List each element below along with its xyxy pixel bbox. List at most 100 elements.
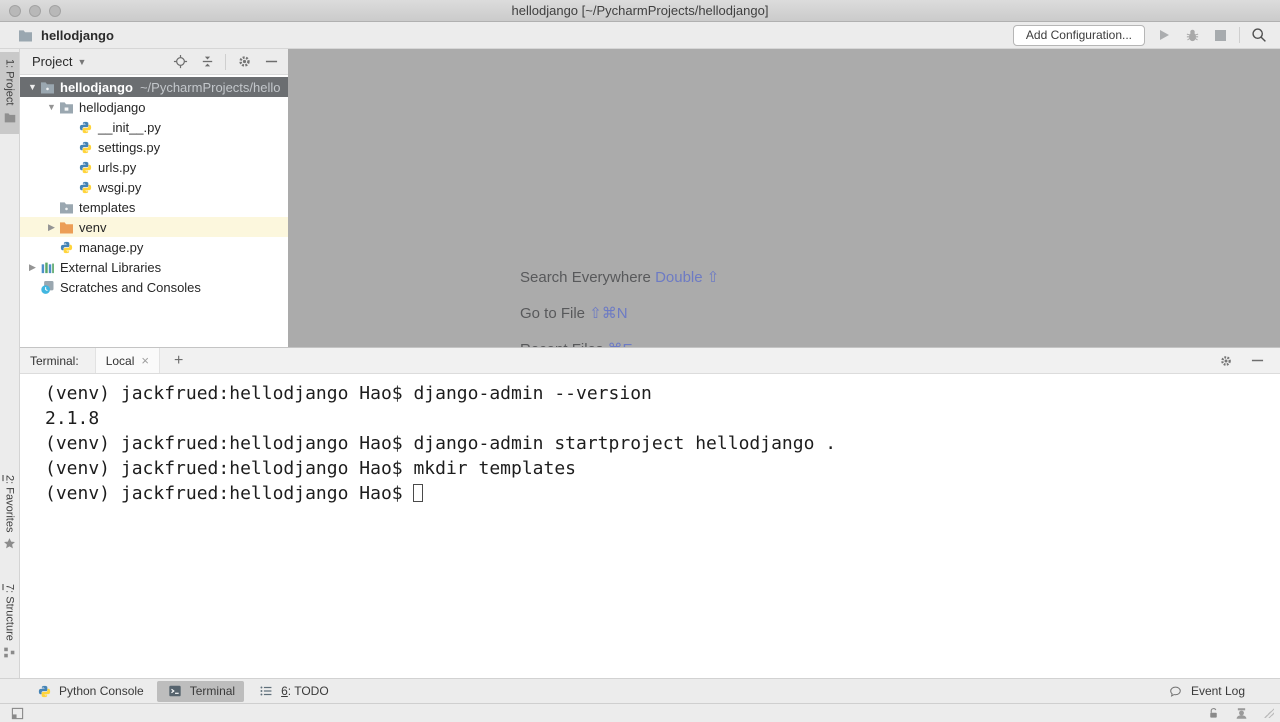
debug-icon[interactable] xyxy=(1183,26,1201,44)
terminal-icon xyxy=(166,682,184,700)
terminal-settings-gear-icon[interactable] xyxy=(1217,352,1235,370)
stripe-tab-structure[interactable]: 7: Structure xyxy=(0,577,19,670)
editor-shortcut-hints: Search Everywhere Double ⇧ Go to File ⇧⌘N… xyxy=(520,268,719,347)
stop-icon[interactable] xyxy=(1211,26,1229,44)
toolwindow-button-6-todo[interactable]: 6: TODO xyxy=(248,681,338,702)
stripe-bottom-group: 2: Favorites 7: Structure xyxy=(0,468,19,670)
terminal-line: (venv) jackfrued:hellodjango Hao$ xyxy=(45,481,1280,506)
terminal-line: 2.1.8 xyxy=(45,406,1280,431)
breadcrumb-label: hellodjango xyxy=(41,28,114,43)
status-bar xyxy=(0,703,1280,722)
hide-tool-windows-icon[interactable] xyxy=(8,704,26,722)
stripe-tab-label: 1: Project xyxy=(4,59,16,105)
hector-inspections-icon[interactable] xyxy=(1232,704,1250,722)
terminal-cursor xyxy=(413,484,423,502)
main-toolbar: hellodjango Add Configuration... xyxy=(0,22,1280,49)
stripe-tab-favorites[interactable]: 2: Favorites xyxy=(0,468,19,561)
hide-terminal-icon[interactable] xyxy=(1248,352,1266,370)
scratches-icon xyxy=(39,279,55,295)
chevron-down-icon: ▼ xyxy=(77,57,86,67)
toolwindow-button-label: Python Console xyxy=(59,684,144,698)
python-icon xyxy=(77,119,93,135)
project-folder-icon xyxy=(16,26,34,44)
toolwindow-button-python-console[interactable]: Python Console xyxy=(26,681,153,702)
terminal-header: Terminal: Local × + xyxy=(20,348,1280,374)
shortcut-hint: Recent Files ⌘E xyxy=(520,340,719,347)
terminal-line: (venv) jackfrued:hellodjango Hao$ mkdir … xyxy=(45,456,1280,481)
tree-collapsed-arrow-icon[interactable]: ▶ xyxy=(26,262,39,273)
tree-row-scratches-and-consoles[interactable]: Scratches and Consoles xyxy=(20,277,288,297)
tool-window-bar: Python Console Terminal 6: TODO Event Log xyxy=(0,678,1280,703)
new-terminal-tab-button[interactable]: + xyxy=(174,353,183,369)
add-configuration-button[interactable]: Add Configuration... xyxy=(1013,25,1145,46)
locate-file-icon[interactable] xyxy=(171,53,189,71)
tree-row-venv[interactable]: ▶ venv xyxy=(20,217,288,237)
python-icon xyxy=(77,139,93,155)
tree-row-wsgi-py[interactable]: wsgi.py xyxy=(20,177,288,197)
breadcrumb[interactable]: hellodjango xyxy=(16,26,114,44)
folder-icon xyxy=(39,79,55,95)
unlocked-padlock-icon[interactable] xyxy=(1204,704,1222,722)
tree-row-manage-py[interactable]: manage.py xyxy=(20,237,288,257)
event-log-label: Event Log xyxy=(1191,684,1245,698)
tree-row-external-libraries[interactable]: ▶ External Libraries xyxy=(20,257,288,277)
tree-item-label: templates xyxy=(79,200,135,215)
libraries-icon xyxy=(39,259,55,275)
run-icon[interactable] xyxy=(1155,26,1173,44)
tree-item-label: hellodjango xyxy=(60,80,133,95)
tree-collapsed-arrow-icon[interactable]: ▶ xyxy=(45,222,58,233)
traffic-lights xyxy=(9,5,61,17)
terminal-tab-label: Local xyxy=(106,354,135,368)
project-tool-window-header[interactable]: Project ▼ xyxy=(20,49,288,75)
folder-icon xyxy=(58,199,74,215)
tree-row-urls-py[interactable]: urls.py xyxy=(20,157,288,177)
gear-icon[interactable] xyxy=(235,53,253,71)
tree-row--init-py[interactable]: __init__.py xyxy=(20,117,288,137)
shortcut-action-label: Recent Files xyxy=(520,341,608,347)
titlebar[interactable]: hellodjango [~/PycharmProjects/hellodjan… xyxy=(0,0,1280,22)
terminal-output[interactable]: (venv) jackfrued:hellodjango Hao$ django… xyxy=(20,374,1280,678)
terminal-line: (venv) jackfrued:hellodjango Hao$ django… xyxy=(45,381,1280,406)
toolwindow-button-terminal[interactable]: Terminal xyxy=(157,681,244,702)
tree-item-label: External Libraries xyxy=(60,260,161,275)
tree-row-hellodjango[interactable]: ▼hellodjango xyxy=(20,97,288,117)
tree-item-label: venv xyxy=(79,220,106,235)
resize-grip[interactable] xyxy=(1264,708,1274,718)
tree-expanded-arrow-icon[interactable]: ▼ xyxy=(26,82,39,92)
event-log-balloon-icon xyxy=(1167,682,1185,700)
shortcut-keys: Double ⇧ xyxy=(655,269,719,286)
tree-expanded-arrow-icon[interactable]: ▼ xyxy=(45,102,58,112)
project-header-separator xyxy=(225,54,226,70)
folder-package-icon xyxy=(58,99,74,115)
python-icon xyxy=(77,179,93,195)
toolwindow-button-label: 6: TODO xyxy=(281,684,329,698)
search-everywhere-icon[interactable] xyxy=(1250,26,1268,44)
collapse-all-icon[interactable] xyxy=(198,53,216,71)
project-tool-window: Project ▼ xyxy=(20,49,288,347)
shortcut-hint: Go to File ⇧⌘N xyxy=(520,304,719,323)
tree-row-settings-py[interactable]: settings.py xyxy=(20,137,288,157)
close-window-button[interactable] xyxy=(9,5,21,17)
project-header-title: Project xyxy=(32,54,72,69)
shortcut-hint: Search Everywhere Double ⇧ xyxy=(520,268,719,287)
todo-icon xyxy=(257,682,275,700)
tree-row-templates[interactable]: templates xyxy=(20,197,288,217)
shortcut-action-label: Go to File xyxy=(520,305,589,322)
structure-icon xyxy=(3,646,16,664)
event-log-button[interactable]: Event Log xyxy=(1158,681,1254,702)
stripe-tab-project[interactable]: 1: Project xyxy=(0,52,19,134)
stripe-tab-label: 2: Favorites xyxy=(4,475,16,532)
left-tool-stripe: 1: Project 2: Favorites 7: Structure xyxy=(0,49,20,678)
terminal-tab-local[interactable]: Local × xyxy=(95,348,160,373)
tree-item-path: ~/PycharmProjects/hello xyxy=(140,80,281,95)
minimize-window-button[interactable] xyxy=(29,5,41,17)
terminal-line: (venv) jackfrued:hellodjango Hao$ django… xyxy=(45,431,1280,456)
tree-item-label: urls.py xyxy=(98,160,136,175)
tree-item-label: __init__.py xyxy=(98,120,161,135)
python-icon xyxy=(35,682,53,700)
close-icon[interactable]: × xyxy=(141,354,149,367)
terminal-tool-window: Terminal: Local × + xyxy=(20,347,1280,678)
zoom-window-button[interactable] xyxy=(49,5,61,17)
hide-panel-icon[interactable] xyxy=(262,53,280,71)
tree-row-hellodjango[interactable]: ▼ hellodjango ~/PycharmProjects/hello xyxy=(20,77,288,97)
